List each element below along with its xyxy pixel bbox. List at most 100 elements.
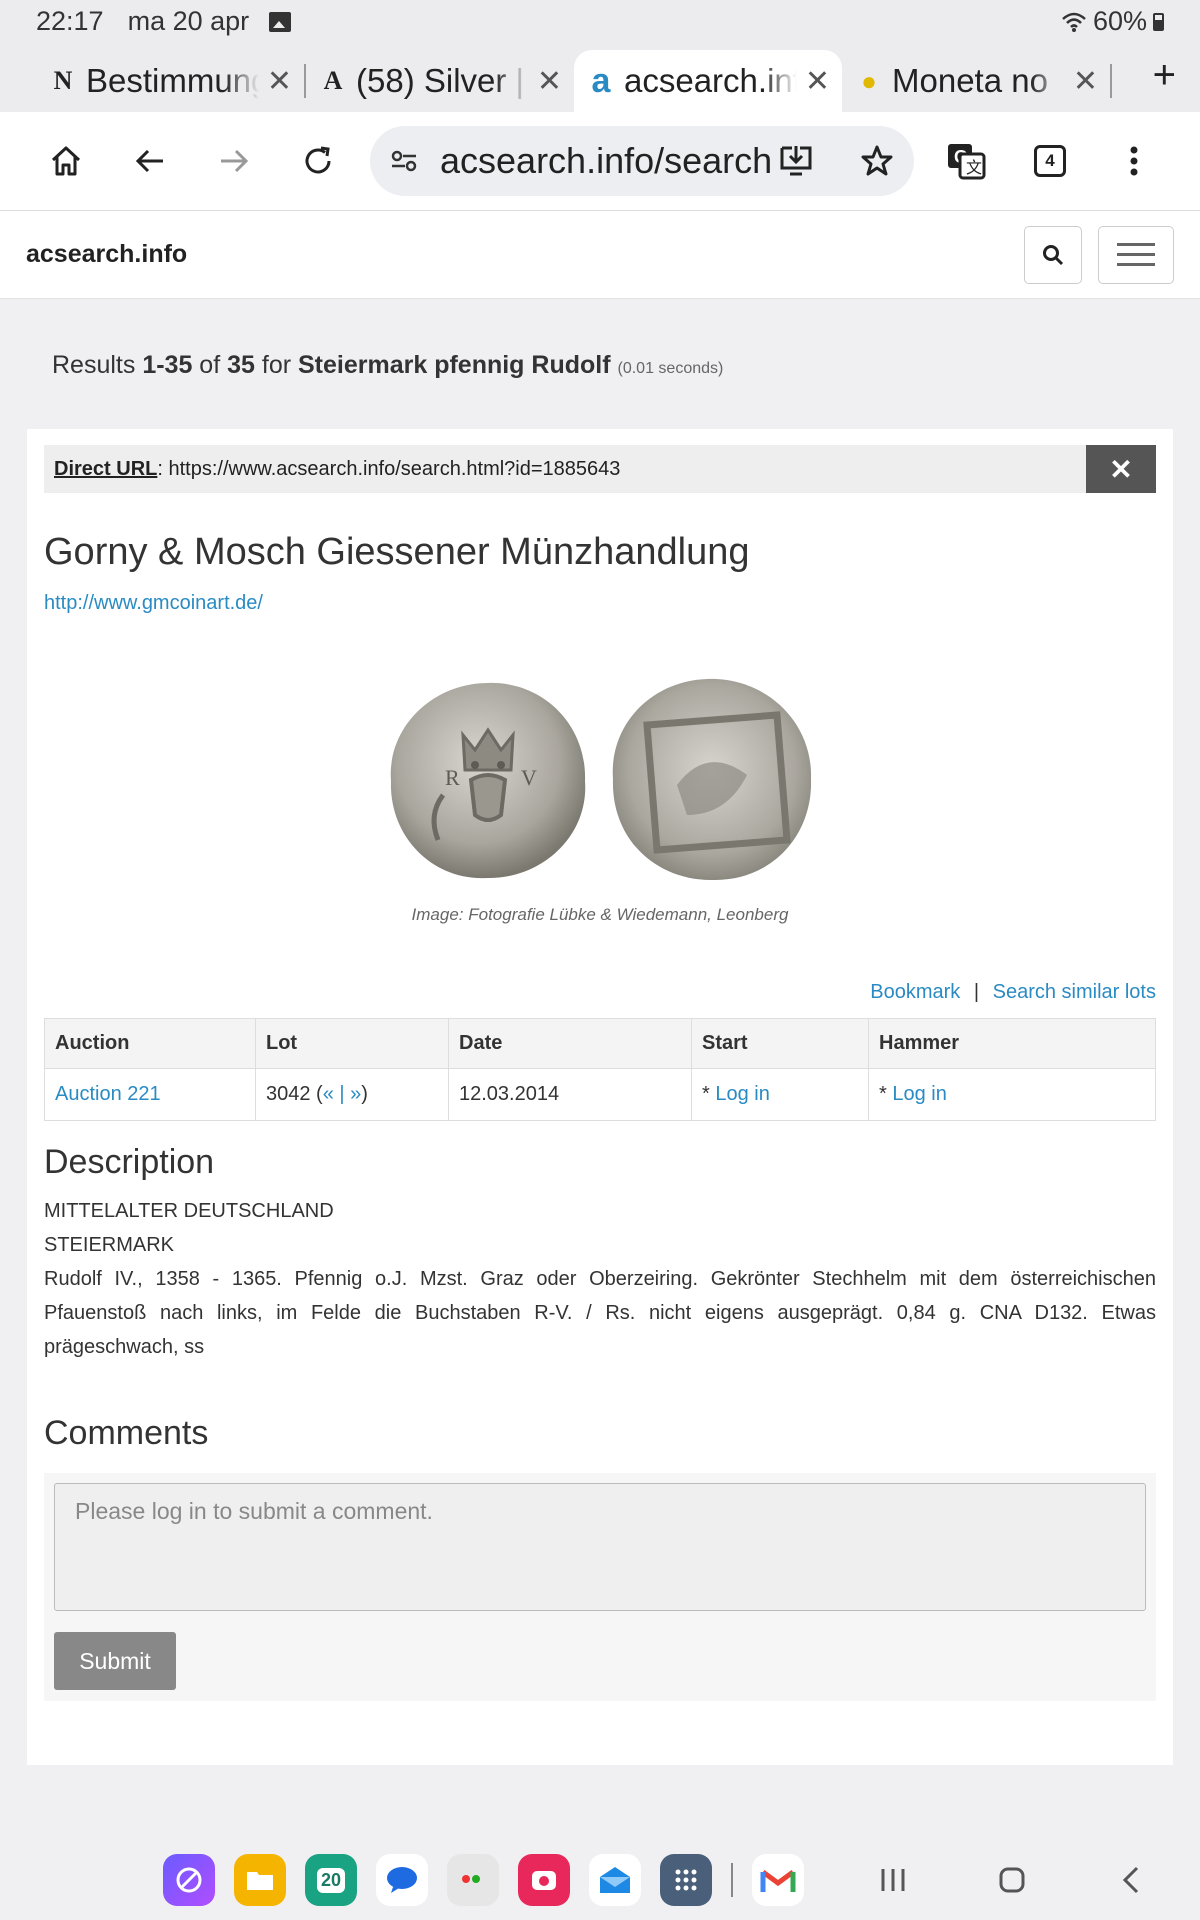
browser-app-icon[interactable] [163,1854,215,1906]
new-tab-button[interactable]: + [1153,53,1176,98]
browser-toolbar: acsearch.info/search G文 4 [0,112,1200,211]
home-button[interactable] [36,131,96,191]
results-for: for [254,351,298,379]
next-lot-link[interactable]: » [350,1083,361,1105]
gmail-app-icon[interactable] [752,1854,804,1906]
coin-images[interactable]: R V [44,675,1156,885]
search-icon [1043,244,1064,265]
hammer-asterisk: * [879,1083,893,1105]
camera-app-icon[interactable] [518,1854,570,1906]
menu-bar-icon [1117,263,1155,266]
results-total: 35 [227,351,255,379]
site-brand[interactable]: acsearch.info [26,240,187,269]
close-tab-icon[interactable]: ✕ [1073,64,1098,99]
more-vert-icon [1130,146,1138,176]
tab-count: 4 [1034,145,1066,177]
coin-reverse-image[interactable] [607,675,817,885]
column-header-date: Date [448,1018,692,1069]
lot-card: Direct URL: https://www.acsearch.info/se… [27,429,1173,1765]
auction-link[interactable]: Auction 221 [55,1083,161,1105]
home-nav-icon [999,1867,1025,1893]
close-direct-url-button[interactable]: ✕ [1086,445,1156,493]
reload-icon [305,146,331,174]
date-cell: 12.03.2014 [448,1068,692,1121]
moneta-favicon-icon: ● [861,65,877,96]
recent-apps-button[interactable] [863,1867,923,1893]
tab-bestimmung[interactable]: N Bestimmung ✕ [36,50,304,112]
home-icon [51,146,81,176]
calendar-day: 20 [316,1867,346,1893]
calendar-app-icon[interactable]: 20 [305,1854,357,1906]
status-bar: 22:17 ma 20 apr 60% [0,0,1200,43]
status-date: ma 20 apr [127,6,250,36]
tab-switcher-button[interactable]: 4 [1020,131,1080,191]
submit-button[interactable]: Submit [54,1632,176,1690]
bookmark-link[interactable]: Bookmark [870,981,960,1003]
notion-favicon-icon: N [53,66,73,95]
description-line: MITTELALTER DEUTSCHLAND [44,1200,334,1222]
messages-app-icon[interactable] [376,1854,428,1906]
reload-button[interactable] [288,131,348,191]
comment-textarea[interactable] [54,1483,1146,1611]
search-button[interactable] [1024,225,1082,284]
tab-divider [1110,63,1112,98]
column-header-hammer: Hammer [868,1018,1156,1069]
arrow-left-icon [135,149,163,173]
start-cell: * Log in [691,1068,869,1121]
table-row: Auction 221 3042 (« | ») 12.03.2014 * Lo… [44,1068,1156,1121]
description-line: STEIERMARK [44,1234,175,1256]
files-app-icon[interactable] [234,1854,286,1906]
recents-icon [881,1869,905,1891]
site-header: acsearch.info [0,211,1200,299]
column-header-auction: Auction [44,1018,256,1069]
tab-silver[interactable]: A (58) Silver | ✕ [306,50,574,112]
previous-lot-link[interactable]: « [323,1083,334,1105]
search-similar-link[interactable]: Search similar lots [993,981,1156,1003]
close-tab-icon[interactable]: ✕ [267,64,292,99]
start-login-link[interactable]: Log in [715,1083,770,1105]
auction-house-link[interactable]: http://www.gmcoinart.de/ [44,592,1156,615]
tab-acsearch[interactable]: a acsearch.info ✕ [574,50,842,112]
action-separator: | [973,981,980,1003]
dock-divider [731,1863,733,1897]
lot-table: Auction Lot Date Start Hammer Auction 22… [44,1018,1156,1121]
url-text[interactable]: acsearch.info/search [440,140,778,182]
menu-bar-icon [1117,253,1155,256]
app-drawer-icon[interactable] [660,1854,712,1906]
wifi-icon [1062,12,1086,32]
home-nav-button[interactable] [982,1866,1042,1894]
results-of: of [192,351,228,379]
forward-button[interactable] [204,131,264,191]
download-icon[interactable] [778,144,814,178]
comment-form: Submit [44,1473,1156,1701]
description-heading: Description [44,1143,215,1181]
tab-label: Bestimmung [86,62,259,99]
close-tab-icon[interactable]: ✕ [805,64,830,99]
game-launcher-app-icon[interactable] [447,1854,499,1906]
address-bar[interactable]: acsearch.info/search [370,126,914,196]
tab-moneta[interactable]: ● Moneta no ✕ [842,50,1110,112]
translate-button[interactable]: G文 [936,131,996,191]
hammer-cell: * Log in [868,1068,1156,1121]
translate-icon: G文 [948,144,986,180]
menu-button[interactable] [1104,131,1164,191]
image-notification-icon [269,11,292,32]
column-header-lot: Lot [255,1018,449,1069]
results-prefix: Results [52,351,143,379]
direct-url-value[interactable]: : https://www.acsearch.info/search.html?… [157,458,620,481]
a-favicon-icon: A [323,66,343,95]
menu-bar-icon [1117,243,1155,246]
coin-obverse-image[interactable]: R V [383,675,593,885]
hamburger-menu-button[interactable] [1098,225,1174,284]
back-button[interactable] [120,131,180,191]
close-tab-icon[interactable]: ✕ [537,64,562,99]
hammer-login-link[interactable]: Log in [892,1083,947,1105]
comments-heading: Comments [44,1414,209,1452]
email-app-icon[interactable] [589,1854,641,1906]
back-nav-button[interactable] [1101,1865,1161,1895]
star-icon[interactable] [860,144,894,178]
lot-cell: 3042 (« | ») [255,1068,449,1121]
direct-url-label: Direct URL [54,457,158,480]
svg-text:V: V [521,765,537,790]
tab-label: Moneta no [892,62,1048,99]
